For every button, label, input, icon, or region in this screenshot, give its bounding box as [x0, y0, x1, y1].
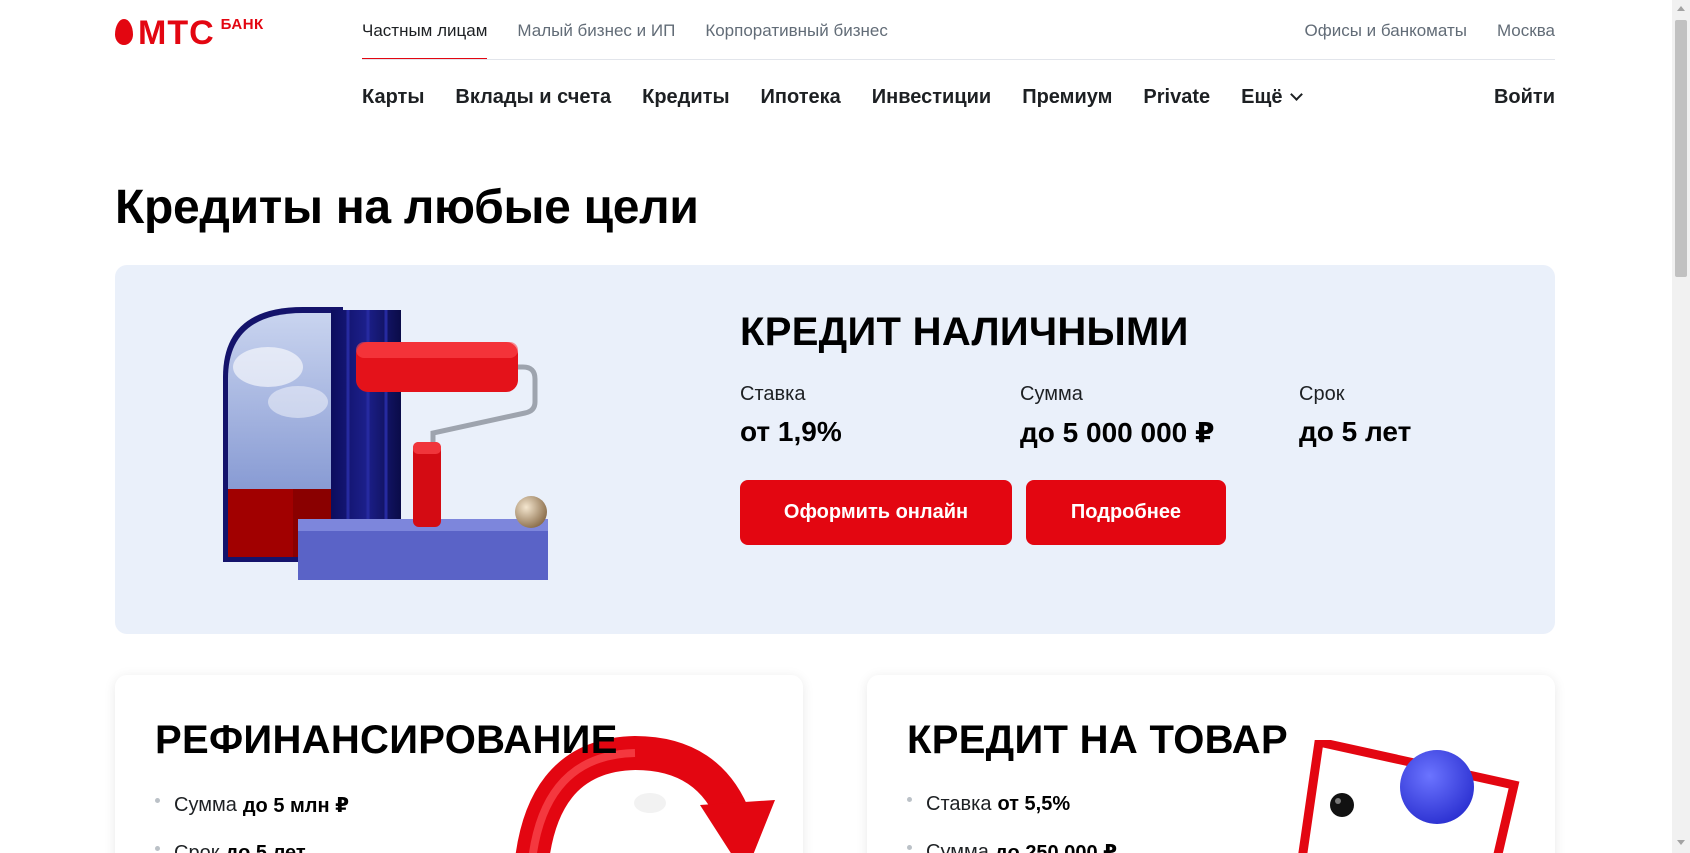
stat-rate-label: Ставка: [740, 383, 806, 405]
main-nav: Карты Вклады и счета Кредиты Ипотека Инв…: [362, 86, 1332, 109]
login-button[interactable]: Войти: [1494, 86, 1555, 109]
scroll-down-arrow-icon[interactable]: [1677, 840, 1685, 845]
hero-title: КРЕДИТ НАЛИЧНЫМИ: [740, 310, 1189, 354]
bullet-icon: [907, 845, 912, 850]
city-selector[interactable]: Москва: [1497, 0, 1555, 60]
tab-corporate-business[interactable]: Корпоративный бизнес: [690, 0, 903, 60]
details-button[interactable]: Подробнее: [1026, 480, 1226, 545]
list-item: Сумма до 5 млн ₽: [155, 793, 349, 818]
scrollbar-thumb[interactable]: [1675, 20, 1687, 277]
mts-egg-icon: [115, 19, 133, 45]
feature-value: до 5 млн ₽: [242, 795, 350, 817]
paint-roller-illustration: [223, 307, 548, 580]
cash-credit-card: КРЕДИТ НАЛИЧНЫМИ Ставка от 1,9% Сумма до…: [115, 265, 1555, 634]
chevron-down-icon: [1290, 88, 1304, 101]
nav-item-more[interactable]: Ещё: [1241, 86, 1304, 109]
stat-amount: Сумма до 5 000 000 ₽: [1020, 383, 1214, 449]
nav-more-label: Ещё: [1241, 86, 1283, 108]
nav-item-mortgage[interactable]: Ипотека: [761, 86, 841, 109]
tab-small-business[interactable]: Малый бизнес и ИП: [502, 0, 690, 60]
product-credit-features: Ставка от 5,5% Сумма до 250 000 ₽: [907, 793, 1117, 853]
feature-value: от 5,5%: [997, 793, 1071, 815]
list-item: Срок до 5 лет: [155, 842, 349, 853]
scroll-up-arrow-icon[interactable]: [1677, 6, 1685, 11]
feature-value: до 250 000 ₽: [994, 842, 1118, 853]
feature-label: Ставка: [926, 793, 992, 815]
feature-label: Срок: [174, 842, 220, 853]
product-frame-illustration: [1298, 740, 1520, 853]
nav-item-credits[interactable]: Кредиты: [642, 86, 729, 109]
feature-value: до 5 лет: [225, 842, 306, 853]
tab-private-persons[interactable]: Частным лицам: [362, 0, 502, 60]
page: МТС БАНК Частным лицам Малый бизнес и ИП…: [0, 0, 1672, 853]
bullet-icon: [155, 846, 160, 851]
product-credit-card[interactable]: КРЕДИТ НА ТОВАР Ставка от 5,5% Сумма до …: [867, 675, 1555, 853]
nav-item-cards[interactable]: Карты: [362, 86, 424, 109]
page-scrollbar[interactable]: [1672, 0, 1690, 853]
feature-label: Сумма: [926, 841, 989, 853]
feature-label: Сумма: [174, 794, 237, 816]
stat-term: Срок до 5 лет: [1299, 383, 1411, 448]
bullet-icon: [907, 797, 912, 802]
nav-item-premium[interactable]: Премиум: [1022, 86, 1112, 109]
mts-bank-logo[interactable]: МТС БАНК: [115, 16, 264, 50]
refinancing-title: РЕФИНАНСИРОВАНИЕ: [155, 718, 618, 762]
apply-online-button[interactable]: Оформить онлайн: [740, 480, 1012, 545]
product-credit-title: КРЕДИТ НА ТОВАР: [907, 718, 1288, 762]
logo-suffix-text: БАНК: [220, 16, 264, 33]
nav-item-investments[interactable]: Инвестиции: [872, 86, 991, 109]
list-item: Ставка от 5,5%: [907, 793, 1117, 816]
stat-term-value: до 5 лет: [1299, 416, 1412, 447]
refinancing-card[interactable]: РЕФИНАНСИРОВАНИЕ Сумма до 5 млн ₽ Срок д…: [115, 675, 803, 853]
list-item: Сумма до 250 000 ₽: [907, 840, 1117, 853]
page-title: Кредиты на любые цели: [115, 181, 699, 234]
nav-item-private[interactable]: Private: [1143, 86, 1210, 109]
offices-atms-link[interactable]: Офисы и банкоматы: [1305, 0, 1467, 60]
bullet-icon: [155, 798, 160, 803]
header-divider: [362, 59, 1555, 60]
stat-amount-label: Сумма: [1020, 383, 1083, 405]
stat-term-label: Срок: [1299, 383, 1345, 405]
stat-amount-value: до 5 000 000 ₽: [1020, 417, 1215, 448]
logo-brand-text: МТС: [138, 14, 215, 52]
stat-rate: Ставка от 1,9%: [740, 383, 842, 448]
nav-item-deposits[interactable]: Вклады и счета: [455, 86, 611, 109]
top-right-links: Офисы и банкоматы Москва: [1275, 0, 1555, 60]
stat-rate-value: от 1,9%: [740, 416, 842, 447]
refinancing-features: Сумма до 5 млн ₽ Срок до 5 лет: [155, 793, 349, 853]
segment-tabs: Частным лицам Малый бизнес и ИП Корпорат…: [362, 0, 903, 60]
